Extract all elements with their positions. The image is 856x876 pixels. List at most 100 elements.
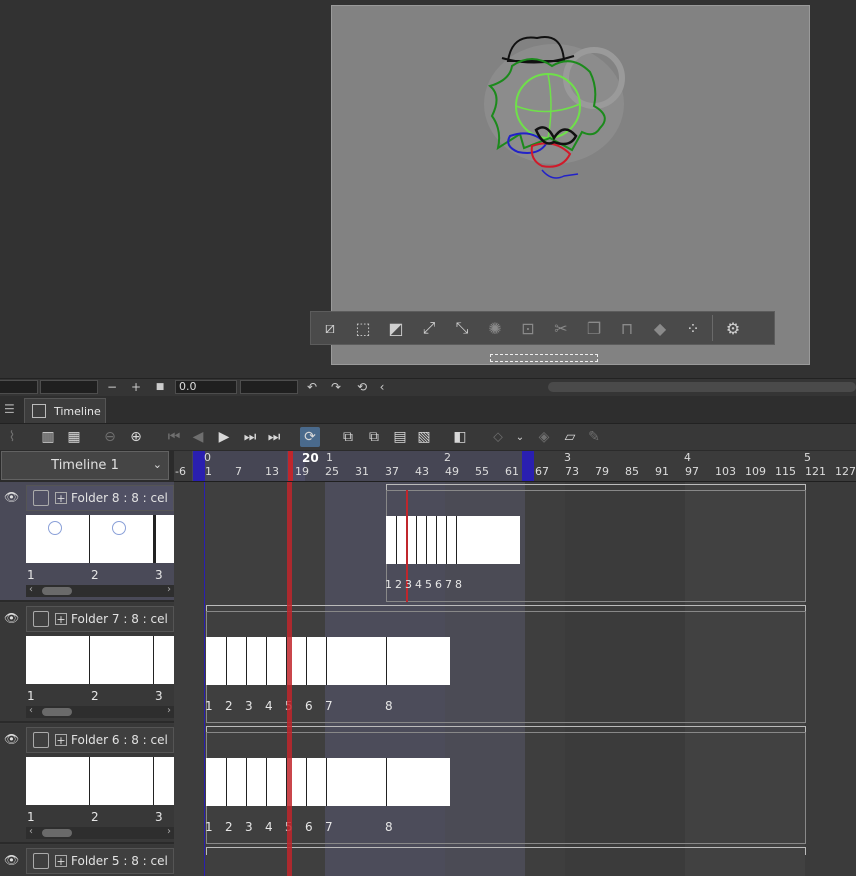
thumb-scrollbar[interactable]: ‹ › xyxy=(26,826,174,839)
cel-thumbnail[interactable] xyxy=(26,636,90,684)
layer-header[interactable]: + Folder 7 : 8 : cel xyxy=(26,606,174,632)
layer-header[interactable]: + Folder 8 : 8 : cel xyxy=(26,485,174,511)
scroll-thumb[interactable] xyxy=(42,587,72,595)
pen-icon[interactable]: ✎ xyxy=(584,427,604,447)
graph-icon[interactable]: ⌇ xyxy=(2,427,22,447)
cel-thumbnails[interactable] xyxy=(26,636,174,684)
layer-header[interactable]: + Folder 5 : 8 : cel xyxy=(26,848,174,874)
rotate-left-icon[interactable]: ↶ xyxy=(304,379,320,395)
select-layer-icon[interactable]: ⊡ xyxy=(514,314,542,342)
launcher-settings-icon[interactable]: ⚙ xyxy=(719,314,747,342)
stop-icon[interactable]: ■ xyxy=(152,379,168,395)
playhead-line[interactable] xyxy=(287,482,292,876)
zoom-out-icon[interactable]: ⊖ xyxy=(100,427,120,447)
cel-thumbnail[interactable] xyxy=(154,757,174,805)
scroll-left-icon[interactable]: ‹ xyxy=(29,826,33,837)
thumb-scrollbar[interactable]: ‹ › xyxy=(26,705,174,718)
chevron-down-icon[interactable]: ⌄ xyxy=(510,427,530,447)
visibility-eye-icon[interactable]: 👁 xyxy=(4,853,19,867)
fill-icon[interactable]: ◆ xyxy=(646,314,674,342)
scroll-right-icon[interactable]: › xyxy=(167,584,171,595)
layer-row-folder8[interactable]: 👁 + Folder 8 : 8 : cel 1 2 3 ‹ › xyxy=(0,482,174,602)
canvas-horizontal-scrollbar[interactable] xyxy=(548,382,856,392)
first-frame-icon[interactable]: ⏮ xyxy=(164,427,184,447)
expand-plus-icon[interactable]: + xyxy=(55,613,67,625)
new-animation-cel-icon[interactable]: ⧉ xyxy=(364,427,384,447)
previous-frame-icon[interactable]: ◀ xyxy=(188,427,208,447)
timeline-select[interactable]: Timeline 1 ⌄ xyxy=(1,451,169,480)
panel-menu-icon[interactable]: ☰ xyxy=(4,402,15,416)
status-field-left[interactable] xyxy=(0,380,38,394)
invert-selection-icon[interactable]: ◩ xyxy=(382,314,410,342)
onion-skin-icon[interactable]: ◧ xyxy=(450,427,470,447)
layer-header[interactable]: + Folder 6 : 8 : cel xyxy=(26,727,174,753)
canvas-area[interactable]: ⧄ ⬚ ◩ ⤢ ⤡ ✺ ⊡ ✂ ❐ ⊓ ◆ ⁘ ⚙ xyxy=(0,0,856,378)
last-frame-icon[interactable]: ⏭ xyxy=(264,427,284,447)
reset-rotation-icon[interactable]: ⟲ xyxy=(354,379,370,395)
visibility-eye-icon[interactable]: 👁 xyxy=(4,490,19,504)
cel-thumbnails[interactable] xyxy=(26,515,174,563)
keyframe-icon[interactable]: ⬦ xyxy=(488,427,508,447)
scroll-thumb[interactable] xyxy=(42,708,72,716)
cel-thumbnail[interactable] xyxy=(90,515,154,563)
animation-folder-icon xyxy=(33,853,49,869)
expand-plus-icon[interactable]: + xyxy=(55,492,67,504)
zoom-field[interactable] xyxy=(40,380,98,394)
cel-strip-folder6[interactable] xyxy=(206,758,450,806)
layer-row-folder6[interactable]: 👁 + Folder 6 : 8 : cel 1 2 3 ‹ › xyxy=(0,724,174,844)
scroll-right-icon[interactable]: › xyxy=(167,826,171,837)
frame-settings-2-icon[interactable]: ▦ xyxy=(64,427,84,447)
layer-list: 👁 + Folder 8 : 8 : cel 1 2 3 ‹ › 👁 + Fol… xyxy=(0,482,174,876)
range-end-marker[interactable] xyxy=(522,451,534,481)
frame-ruler[interactable]: 0 1 2 3 4 5 20 -6 1 7 13 19 25 31 37 43 49 55 61 67 7… xyxy=(174,451,856,482)
cel-sheet-icon[interactable]: ▱ xyxy=(560,427,580,447)
frame-settings-icon[interactable]: ▥ xyxy=(38,427,58,447)
copy-icon[interactable]: ❐ xyxy=(580,314,608,342)
cut-icon[interactable]: ✂ xyxy=(547,314,575,342)
layer-row-folder7[interactable]: 👁 + Folder 7 : 8 : cel 1 2 3 ‹ › xyxy=(0,603,174,723)
zoom-in-button[interactable]: + xyxy=(128,379,144,395)
clip-range-folder5 xyxy=(206,847,806,855)
crop-icon[interactable]: ⊓ xyxy=(613,314,641,342)
thumb-scrollbar[interactable]: ‹ › xyxy=(26,584,174,597)
new-animation-folder-icon[interactable]: ⧉ xyxy=(338,427,358,447)
visibility-eye-icon[interactable]: 👁 xyxy=(4,611,19,625)
cel-thumbnail[interactable] xyxy=(26,757,90,805)
scroll-right-icon[interactable]: › xyxy=(167,705,171,716)
new-layer-from-selection-icon[interactable]: ⁘ xyxy=(679,314,707,342)
scroll-left-icon[interactable]: ‹ xyxy=(374,379,390,395)
light-table-icon[interactable]: ◈ xyxy=(534,427,554,447)
deselect-icon[interactable]: ⧄ xyxy=(316,314,344,342)
rotate-right-icon[interactable]: ↷ xyxy=(328,379,344,395)
timeline-tracks[interactable]: 1 2 3 4 5 6 7 8 1 2 3 4 5 6 7 8 1 2 3 4 … xyxy=(174,482,856,876)
cel-thumbnails[interactable] xyxy=(26,757,174,805)
next-frame-icon[interactable]: ⏭ xyxy=(240,427,260,447)
select-all-icon[interactable]: ⬚ xyxy=(349,314,377,342)
shrink-selection-icon[interactable]: ⤡ xyxy=(448,314,476,342)
expand-plus-icon[interactable]: + xyxy=(55,855,67,867)
zoom-in-icon[interactable]: ⊕ xyxy=(126,427,146,447)
delete-cel-icon[interactable]: ▧ xyxy=(414,427,434,447)
layer-row-folder5[interactable]: 👁 + Folder 5 : 8 : cel xyxy=(0,845,174,876)
cel-thumbnail[interactable] xyxy=(26,515,90,563)
playhead-ruler[interactable] xyxy=(288,451,293,481)
zoom-out-button[interactable]: − xyxy=(104,379,120,395)
cel-thumbnail[interactable] xyxy=(154,636,174,684)
cel-thumbnail[interactable] xyxy=(90,636,154,684)
loop-icon[interactable]: ⟳ xyxy=(300,427,320,447)
scroll-left-icon[interactable]: ‹ xyxy=(29,705,33,716)
rotation-field[interactable]: 0.0 xyxy=(175,380,237,394)
cel-thumbnail[interactable] xyxy=(90,757,154,805)
rotation-slider[interactable] xyxy=(240,380,298,394)
scroll-left-icon[interactable]: ‹ xyxy=(29,584,33,595)
expand-selection-icon[interactable]: ⤢ xyxy=(415,314,443,342)
expand-plus-icon[interactable]: + xyxy=(55,734,67,746)
cel-thumbnail[interactable] xyxy=(154,515,174,563)
tab-timeline[interactable]: Timeline xyxy=(24,398,106,423)
scroll-thumb[interactable] xyxy=(42,829,72,837)
cel-strip-folder7[interactable] xyxy=(206,637,450,685)
specify-cel-icon[interactable]: ▤ xyxy=(390,427,410,447)
play-icon[interactable]: ▶ xyxy=(214,427,234,447)
spinner-icon[interactable]: ✺ xyxy=(481,314,509,342)
visibility-eye-icon[interactable]: 👁 xyxy=(4,732,19,746)
